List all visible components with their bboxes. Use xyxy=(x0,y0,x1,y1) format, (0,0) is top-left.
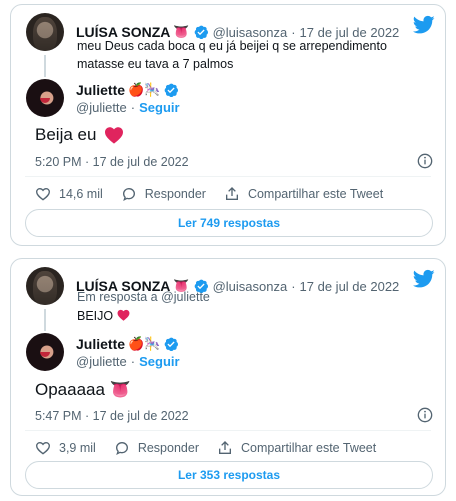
like-button[interactable]: 3,9 mil xyxy=(35,440,96,456)
verified-badge-icon xyxy=(163,336,179,352)
twitter-logo-icon[interactable] xyxy=(413,15,435,35)
thread-line xyxy=(44,309,46,331)
author-name[interactable]: Juliette xyxy=(76,82,125,98)
author-handle[interactable]: @juliette xyxy=(76,100,127,115)
like-count: 3,9 mil xyxy=(59,441,96,455)
separator-dot: · xyxy=(291,278,296,294)
author-handle[interactable]: @luisasonza xyxy=(213,279,288,294)
thread-line xyxy=(44,55,46,77)
like-count: 14,6 mil xyxy=(59,187,103,201)
author-handle[interactable]: @juliette xyxy=(76,354,127,369)
tweet-body: Beija eu xyxy=(35,125,124,145)
original-tweet-text: BEIJO xyxy=(77,307,417,325)
share-icon xyxy=(218,441,231,454)
share-button[interactable]: Compartilhar este Tweet xyxy=(217,440,376,456)
share-label: Compartilhar este Tweet xyxy=(247,187,384,201)
reply-label: Responder xyxy=(137,441,199,455)
twitter-logo-icon[interactable] xyxy=(413,269,435,289)
read-replies-button[interactable]: Ler 353 respostas xyxy=(25,461,433,489)
divider xyxy=(25,176,431,177)
avatar[interactable] xyxy=(26,267,64,305)
heart-outline-icon xyxy=(35,441,51,455)
author-name[interactable]: Juliette xyxy=(76,336,125,352)
like-button[interactable]: 14,6 mil xyxy=(35,186,103,202)
tweet-text: Beija eu xyxy=(35,125,97,144)
heart-outline-icon xyxy=(35,187,51,201)
reply-header: Juliette 🍎🎠 @juliette · Seguir xyxy=(26,79,180,117)
tweet-card: LUÍSA SONZA 👅 @luisasonza · 17 de jul de… xyxy=(10,4,446,246)
red-heart-icon xyxy=(117,309,130,321)
red-heart-icon xyxy=(104,126,124,144)
original-tweet-words: BEIJO xyxy=(77,309,114,323)
tweet-text: Opaaaaa 👅 xyxy=(35,380,131,399)
avatar[interactable] xyxy=(26,79,64,117)
separator-dot: · xyxy=(130,353,136,369)
follow-link[interactable]: Seguir xyxy=(139,100,179,115)
tweet-date[interactable]: 17 de jul de 2022 xyxy=(300,279,400,294)
author-emoji: 🍎🎠 xyxy=(128,81,161,97)
read-replies-button[interactable]: Ler 749 respostas xyxy=(25,209,433,237)
info-icon[interactable] xyxy=(417,153,433,169)
tweet-timestamp[interactable]: 5:47 PM · 17 de jul de 2022 xyxy=(35,409,189,423)
info-icon[interactable] xyxy=(417,407,433,423)
original-tweet-text: meu Deus cada boca q eu já beijei q se a… xyxy=(77,39,387,71)
reply-header: Juliette 🍎🎠 @juliette · Seguir xyxy=(26,333,180,371)
divider xyxy=(25,430,431,431)
tweet-timestamp[interactable]: 5:20 PM · 17 de jul de 2022 xyxy=(35,155,189,169)
reply-label: Responder xyxy=(144,187,206,201)
verified-badge-icon xyxy=(163,82,179,98)
reply-button[interactable]: Responder xyxy=(114,440,199,456)
share-icon xyxy=(225,187,238,200)
avatar[interactable] xyxy=(26,333,64,371)
separator-dot: · xyxy=(130,99,136,115)
replying-to-label: Em resposta a @juliette xyxy=(77,290,210,304)
follow-link[interactable]: Seguir xyxy=(139,354,179,369)
author-emoji: 🍎🎠 xyxy=(128,335,161,351)
avatar[interactable] xyxy=(26,13,64,51)
reply-bubble-icon xyxy=(122,187,135,201)
action-bar: 14,6 mil Responder Compartilhar este Twe… xyxy=(35,186,401,202)
reply-bubble-icon xyxy=(115,441,128,455)
tweet-body: Opaaaaa 👅 xyxy=(35,380,131,400)
action-bar: 3,9 mil Responder Compartilhar este Twee… xyxy=(35,440,394,456)
tweet-card: LUÍSA SONZA 👅 @luisasonza · 17 de jul de… xyxy=(10,258,446,496)
share-button[interactable]: Compartilhar este Tweet xyxy=(224,186,383,202)
reply-button[interactable]: Responder xyxy=(121,186,206,202)
share-label: Compartilhar este Tweet xyxy=(240,441,377,455)
